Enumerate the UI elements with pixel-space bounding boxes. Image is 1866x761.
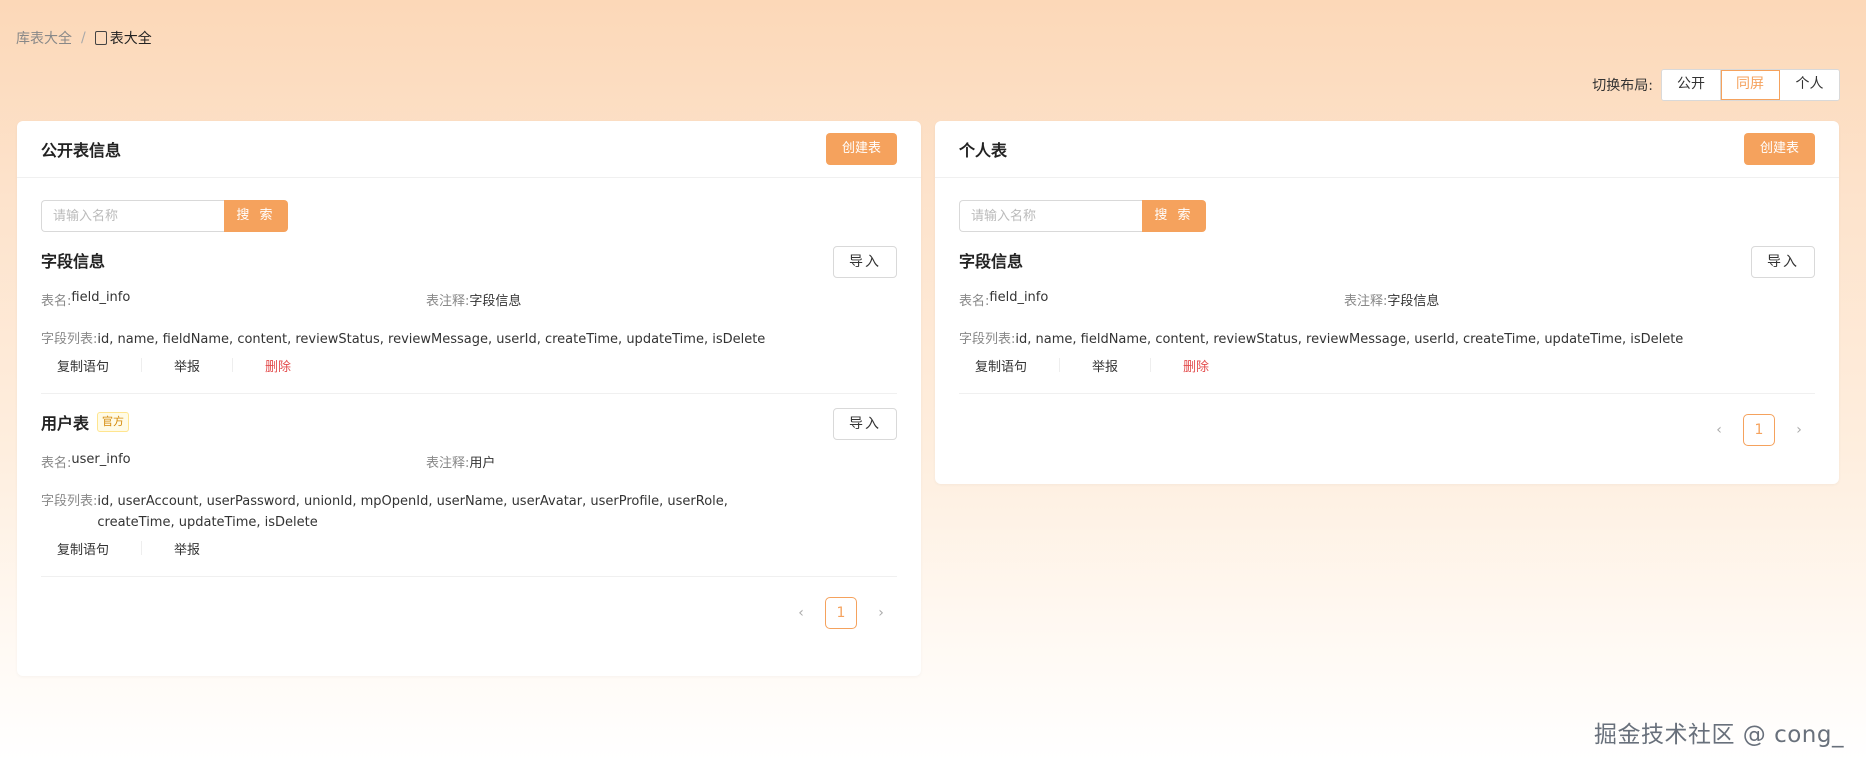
list-item: 字段信息 导入 表名: field_info 表注释: 字段信息 字段列表: i… (41, 246, 897, 394)
page-number[interactable]: 1 (1743, 414, 1775, 446)
search-button[interactable]: 搜 索 (224, 200, 288, 232)
item-meta: 表名: user_info 表注释: 用户 (41, 452, 897, 471)
breadcrumb-parent[interactable]: 库表大全 (16, 28, 72, 48)
table-name-cell: 表名: field_info (959, 290, 1344, 309)
list-item: 字段信息 导入 表名: field_info 表注释: 字段信息 字段列表: i… (959, 246, 1815, 394)
table-comment-value: 字段信息 (1387, 294, 1440, 309)
fields-label: 字段列表: (41, 332, 98, 347)
divider (1059, 358, 1061, 372)
public-tables-card: 公开表信息 创建表 搜 索 字段信息 导入 表名: field_info 表注释… (17, 121, 921, 676)
divider (232, 358, 234, 372)
table-comment-cell: 表注释: 字段信息 (1344, 290, 1729, 309)
search-button[interactable]: 搜 索 (1142, 200, 1206, 232)
delete-button[interactable]: 删除 (1183, 356, 1209, 375)
watermark: 掘金技术社区 @ cong_ (1593, 722, 1844, 748)
copy-statement-button[interactable]: 复制语句 (57, 356, 109, 375)
layout-option-public[interactable]: 公开 (1662, 70, 1721, 100)
next-page-icon[interactable]: › (865, 597, 897, 629)
item-header: 字段信息 (959, 246, 1815, 274)
breadcrumb-current: 表大全 (109, 31, 152, 47)
public-card-title: 公开表信息 (41, 141, 122, 160)
public-search: 搜 索 (41, 200, 897, 232)
fields-row: 字段列表: id, name, fieldName, content, revi… (959, 329, 1815, 350)
search-input[interactable] (959, 200, 1142, 232)
table-name-value: field_info (989, 290, 1049, 305)
layout-option-split[interactable]: 同屏 (1721, 70, 1780, 100)
table-name-cell: 表名: user_info (41, 452, 426, 471)
list-item: 用户表 官方 导入 表名: user_info 表注释: 用户 字段列表: id… (41, 408, 897, 577)
item-actions: 复制语句 举报 删除 (959, 355, 1815, 375)
divider (141, 541, 143, 555)
table-comment-value: 字段信息 (469, 294, 522, 309)
layout-switch-label: 切换布局: (1592, 78, 1653, 94)
table-comment-label: 表注释: (1344, 294, 1388, 309)
pagination: ‹ 1 › (41, 597, 897, 629)
report-button[interactable]: 举报 (1092, 356, 1118, 375)
copy-statement-button[interactable]: 复制语句 (57, 539, 109, 558)
import-button[interactable]: 导入 (833, 246, 897, 278)
table-name-value: user_info (71, 452, 131, 467)
breadcrumb-separator: / (81, 30, 86, 46)
table-comment-value: 用户 (469, 456, 496, 471)
personal-card-header: 个人表 创建表 (935, 121, 1839, 178)
fields-value: id, name, fieldName, content, reviewStat… (97, 332, 766, 347)
fields-value: id, name, fieldName, content, reviewStat… (1015, 332, 1684, 347)
official-tag: 官方 (97, 412, 130, 432)
item-meta: 表名: field_info 表注释: 字段信息 (959, 290, 1815, 309)
item-header: 字段信息 (41, 246, 897, 274)
create-table-button[interactable]: 创建表 (1743, 133, 1815, 165)
next-page-icon[interactable]: › (1783, 414, 1815, 446)
item-actions: 复制语句 举报 删除 (41, 355, 897, 375)
search-input[interactable] (41, 200, 224, 232)
create-table-button[interactable]: 创建表 (825, 133, 897, 165)
import-button[interactable]: 导入 (833, 408, 897, 440)
table-comment-label: 表注释: (426, 456, 470, 471)
item-title: 字段信息 (959, 252, 1024, 271)
prev-page-icon[interactable]: ‹ (785, 597, 817, 629)
copy-statement-button[interactable]: 复制语句 (975, 356, 1027, 375)
fields-label: 字段列表: (959, 332, 1016, 347)
import-button[interactable]: 导入 (1751, 246, 1815, 278)
fields-row: 字段列表: id, userAccount, userPassword, uni… (41, 491, 897, 533)
divider (1150, 358, 1152, 372)
personal-card-title: 个人表 (959, 141, 1008, 160)
table-name-value: field_info (71, 290, 131, 305)
fields-row: 字段列表: id, name, fieldName, content, revi… (41, 329, 897, 350)
item-actions: 复制语句 举报 (41, 538, 897, 558)
table-icon (94, 31, 107, 45)
public-card-header: 公开表信息 创建表 (17, 121, 921, 178)
personal-tables-card: 个人表 创建表 搜 索 字段信息 导入 表名: field_info 表注释: … (935, 121, 1839, 484)
layout-option-personal[interactable]: 个人 (1780, 70, 1839, 100)
report-button[interactable]: 举报 (174, 539, 200, 558)
page-number[interactable]: 1 (825, 597, 857, 629)
personal-search: 搜 索 (959, 200, 1815, 232)
table-name-label: 表名: (41, 294, 72, 309)
delete-button[interactable]: 删除 (265, 356, 291, 375)
table-comment-cell: 表注释: 字段信息 (426, 290, 811, 309)
item-header: 用户表 官方 (41, 408, 897, 436)
table-name-cell: 表名: field_info (41, 290, 426, 309)
report-button[interactable]: 举报 (174, 356, 200, 375)
item-title: 用户表 (41, 414, 90, 433)
layout-switch: 切换布局: 公开 同屏 个人 (1592, 69, 1840, 101)
table-name-label: 表名: (41, 456, 72, 471)
prev-page-icon[interactable]: ‹ (1703, 414, 1735, 446)
divider (141, 358, 143, 372)
layout-segmented-control: 公开 同屏 个人 (1661, 69, 1840, 101)
table-comment-cell: 表注释: 用户 (426, 452, 811, 471)
public-card-body: 搜 索 字段信息 导入 表名: field_info 表注释: 字段信息 字段列… (17, 178, 921, 629)
pagination: ‹ 1 › (959, 414, 1815, 446)
breadcrumb: 库表大全 / 表大全 (16, 28, 152, 48)
item-meta: 表名: field_info 表注释: 字段信息 (41, 290, 897, 309)
item-title: 字段信息 (41, 252, 106, 271)
fields-value: id, userAccount, userPassword, unionId, … (97, 494, 728, 530)
personal-card-body: 搜 索 字段信息 导入 表名: field_info 表注释: 字段信息 字段列… (935, 178, 1839, 446)
table-name-label: 表名: (959, 294, 990, 309)
fields-label: 字段列表: (41, 494, 98, 509)
table-comment-label: 表注释: (426, 294, 470, 309)
